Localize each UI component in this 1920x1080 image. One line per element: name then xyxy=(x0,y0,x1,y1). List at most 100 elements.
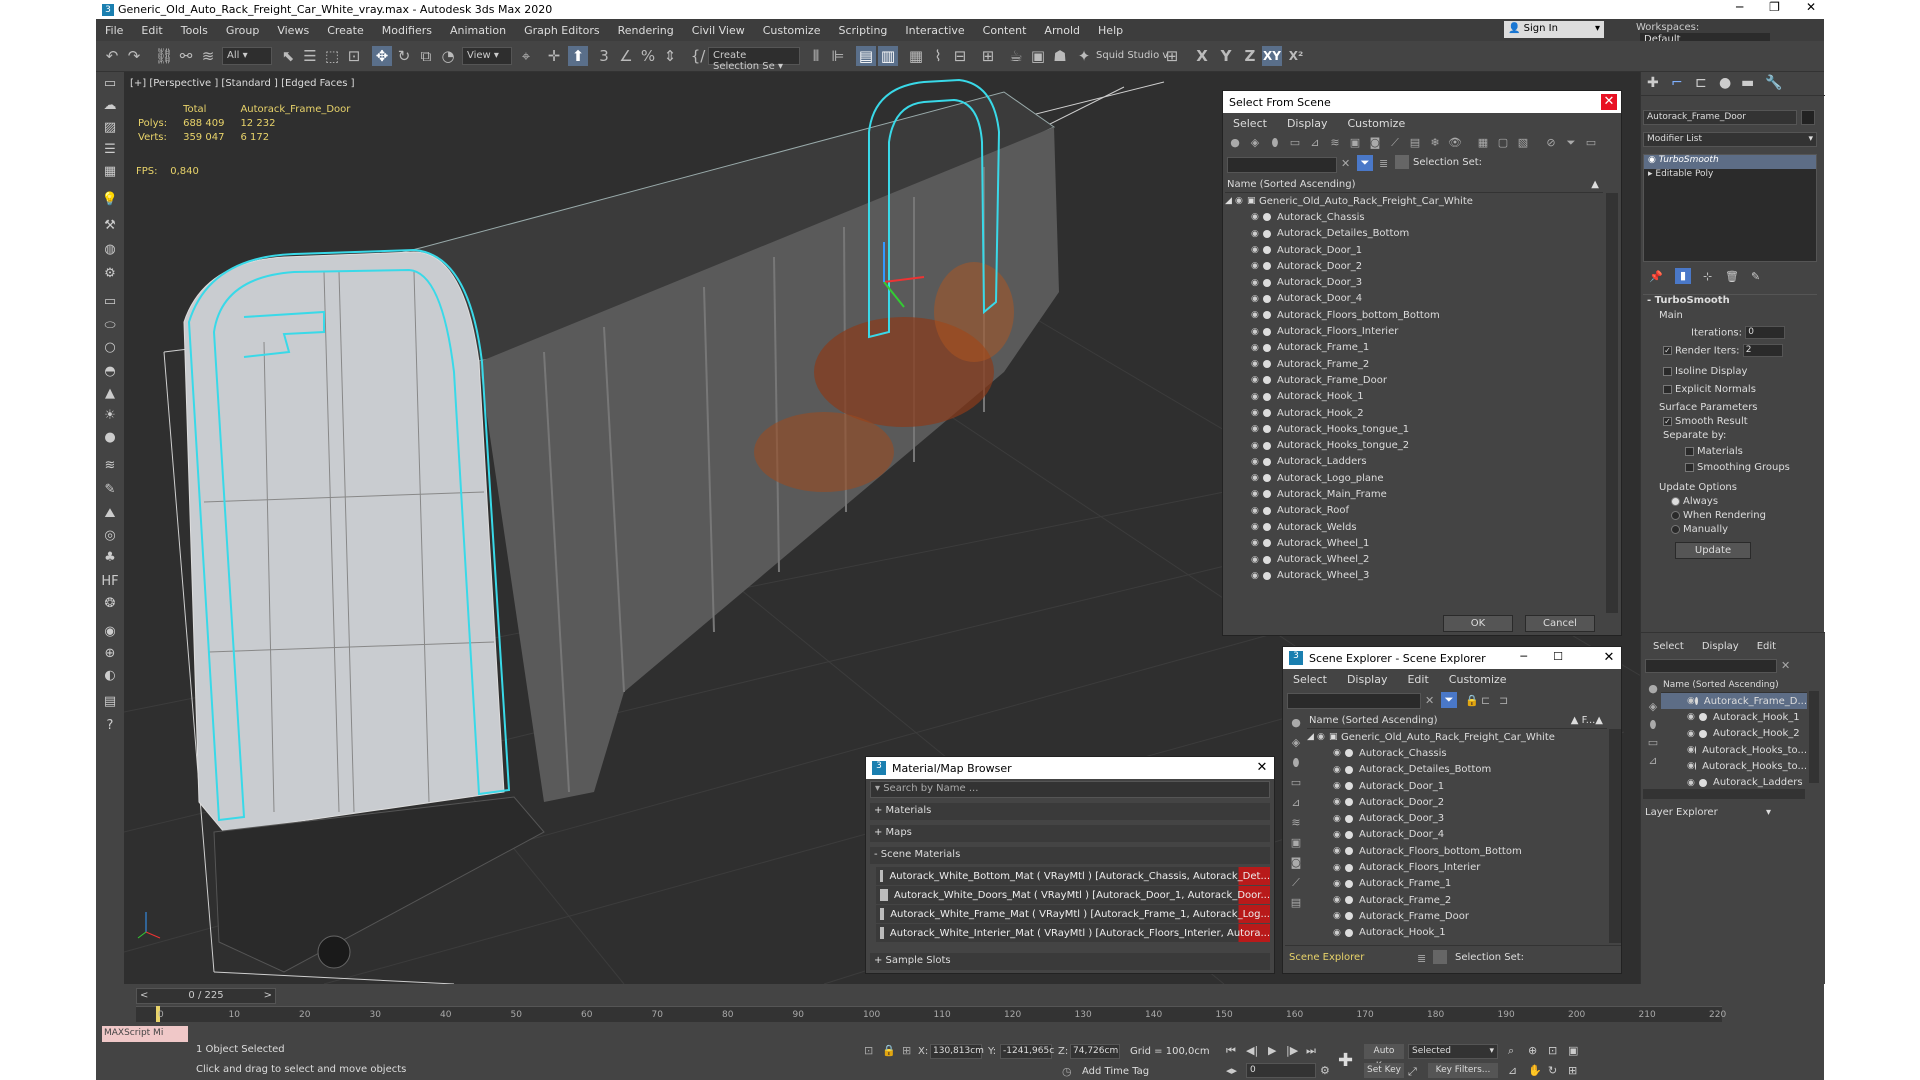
always-radio[interactable] xyxy=(1671,496,1680,506)
selection-set-icon[interactable] xyxy=(1395,155,1409,169)
se-menu-select[interactable]: Select xyxy=(1293,673,1327,686)
visibility-icon[interactable]: ◉ xyxy=(1251,245,1263,255)
expand-icon[interactable]: ◢ xyxy=(1307,732,1317,742)
group-filter-icon[interactable]: ▣ xyxy=(1288,835,1304,851)
layer-object-row[interactable]: ◉ Autorack_Hooks_to... xyxy=(1661,758,1807,774)
visibility-icon[interactable]: ◉ xyxy=(1687,712,1699,722)
tree-root[interactable]: ◢ ◉ ▣ Generic_Old_Auto_Rack_Freight_Car_Whi… xyxy=(1307,729,1607,745)
selection-filter-dropdown[interactable]: All ▾ xyxy=(222,47,272,65)
scene-object-row[interactable]: ◉ Autorack_Chassis xyxy=(1307,745,1607,761)
maximize-icon[interactable]: ☐ xyxy=(1553,650,1563,663)
clear-search-icon[interactable]: ✕ xyxy=(1341,157,1350,170)
visibility-icon[interactable]: ◉ xyxy=(1333,765,1345,775)
absolute-mode-icon[interactable]: ⊞ xyxy=(902,1044,911,1057)
visibility-icon[interactable]: ◉ xyxy=(1251,506,1263,516)
manually-radio[interactable] xyxy=(1671,524,1680,534)
se-search-field[interactable] xyxy=(1287,693,1421,709)
modifier-list-dropdown[interactable]: Modifier List ▾ xyxy=(1643,132,1817,147)
sample-slots-section[interactable]: + Sample Slots xyxy=(870,953,1270,970)
next-frame-icon[interactable]: |▶ xyxy=(1286,1044,1298,1057)
visibility-icon[interactable]: ◉ xyxy=(1251,555,1263,565)
reference-coord-dropdown[interactable]: View ▾ xyxy=(462,47,512,65)
visibility-icon[interactable]: ◉ xyxy=(1687,745,1695,755)
isolate-selection-icon[interactable]: ⊡ xyxy=(864,1044,873,1057)
key-mode-icon[interactable]: ◂▸ xyxy=(1226,1064,1237,1077)
rect-selection-icon[interactable]: ⬚ xyxy=(322,46,342,66)
scene-object-row[interactable]: ◉ Autorack_Wheel_1 xyxy=(1225,535,1603,551)
add-time-tag[interactable]: Add Time Tag xyxy=(1082,1066,1149,1077)
bone-filter-icon[interactable]: ⟋ xyxy=(1387,135,1403,151)
scene-object-row[interactable]: ◉ Autorack_Door_4 xyxy=(1225,291,1603,307)
menu-civil-view[interactable]: Civil View xyxy=(683,24,754,37)
squid-studio-label[interactable]: Squid Studio v xyxy=(1096,50,1168,61)
menu-tools[interactable]: Tools xyxy=(172,24,217,37)
visibility-icon[interactable]: ◉ xyxy=(1333,830,1345,840)
z-coordinate-field[interactable]: 74,726cm xyxy=(1070,1044,1120,1059)
layers-icon[interactable]: ≣ xyxy=(1379,157,1388,170)
x-coordinate-field[interactable]: 130,813cm xyxy=(930,1044,984,1059)
curve-editor-icon[interactable]: ⌇ xyxy=(928,46,948,66)
scene-object-row[interactable]: ◉ Autorack_Door_2 xyxy=(1307,794,1607,810)
menu-file[interactable]: File xyxy=(96,24,132,37)
manipulate-icon[interactable]: ✛ xyxy=(544,46,564,66)
visibility-icon[interactable]: ◉ xyxy=(1235,196,1247,206)
time-tag-icon[interactable]: ◷ xyxy=(1062,1065,1072,1078)
create-tab-icon[interactable]: ✚ xyxy=(1647,75,1659,91)
axis-z-icon[interactable]: Z xyxy=(1240,46,1260,66)
play-icon[interactable]: ▶ xyxy=(1268,1044,1276,1057)
le-horizontal-scrollbar[interactable] xyxy=(1643,789,1805,799)
pan-icon[interactable]: ✋ xyxy=(1528,1064,1542,1077)
sign-in-dropdown[interactable]: 👤 Sign In ▾ xyxy=(1504,21,1604,38)
visibility-icon[interactable]: ◉ xyxy=(1317,732,1329,742)
scene-object-row[interactable]: ◉ Autorack_Door_2 xyxy=(1225,258,1603,274)
list-icon[interactable]: ☰ xyxy=(100,140,120,160)
filter-clear-icon[interactable]: ⊘ xyxy=(1543,135,1559,151)
scene-object-row[interactable]: ◉ Autorack_Chassis xyxy=(1225,209,1603,225)
le-menu-display[interactable]: Display xyxy=(1702,641,1739,652)
configure-sets-icon[interactable]: ✎ xyxy=(1751,270,1760,283)
orb-icon[interactable]: ◉ xyxy=(100,622,120,642)
viewport-layout-icon[interactable]: ▭ xyxy=(100,74,120,94)
auto-key-button[interactable]: Auto Key xyxy=(1364,1044,1404,1071)
container-filter-icon[interactable]: ▤ xyxy=(1407,135,1423,151)
visibility-icon[interactable]: ◉ xyxy=(1251,327,1263,337)
select-scale-icon[interactable]: ⧉ xyxy=(416,46,436,66)
keyboard-shortcut-icon[interactable]: ⬆ xyxy=(568,46,588,66)
maximize-icon[interactable]: ❐ xyxy=(1769,0,1780,14)
visibility-icon[interactable]: ◉ xyxy=(1251,310,1263,320)
sep-smoothing-checkbox[interactable] xyxy=(1685,462,1694,472)
scene-object-row[interactable]: ◉ Autorack_Detailes_Bottom xyxy=(1307,762,1607,778)
doc-icon[interactable]: ▤ xyxy=(100,692,120,712)
clear-search-icon[interactable]: ✕ xyxy=(1425,694,1434,707)
visibility-icon[interactable]: ◉ xyxy=(1251,278,1263,288)
visibility-icon[interactable]: ◉ xyxy=(1333,863,1345,873)
light-filter-icon[interactable]: ⬮ xyxy=(1645,717,1661,733)
stack-item-turbosmooth[interactable]: ◉ TurboSmooth xyxy=(1644,155,1816,169)
visibility-icon[interactable]: ◉ xyxy=(1251,261,1263,271)
group-filter-icon[interactable]: ▣ xyxy=(1347,135,1363,151)
plane-icon[interactable]: ▭ xyxy=(100,292,120,312)
hf-icon[interactable]: HF xyxy=(100,572,120,592)
minimize-icon[interactable]: ─ xyxy=(1736,0,1743,14)
camera-filter-icon[interactable]: ▭ xyxy=(1645,735,1661,751)
menu-scripting[interactable]: Scripting xyxy=(829,24,896,37)
align-icon[interactable]: ⊫ xyxy=(828,46,848,66)
geometry-filter-icon[interactable]: ● xyxy=(1288,715,1304,731)
layer-sort-icon[interactable]: ⊐ xyxy=(1499,694,1508,707)
display-tab-icon[interactable]: ▬ xyxy=(1741,75,1754,91)
percent-snap-icon[interactable]: % xyxy=(638,46,658,66)
scene-object-row[interactable]: ◉ Autorack_Roof xyxy=(1225,503,1603,519)
xref-filter-icon[interactable]: ◙ xyxy=(1288,855,1304,871)
pin-stack-icon[interactable]: 📌 xyxy=(1649,270,1663,283)
scene-object-row[interactable]: ◉ Autorack_Hook_1 xyxy=(1307,925,1607,941)
scene-object-row[interactable]: ◉ Autorack_Detailes_Bottom xyxy=(1225,226,1603,242)
visibility-icon[interactable]: ◉ xyxy=(1333,928,1345,938)
show-end-result-icon[interactable]: ▮ xyxy=(1675,268,1691,284)
set-key-button[interactable]: Set Key xyxy=(1364,1063,1404,1078)
visibility-icon[interactable]: ◉ xyxy=(1333,797,1345,807)
utilities-tab-icon[interactable]: 🔧 xyxy=(1765,75,1782,91)
visibility-icon[interactable]: ◉ xyxy=(1251,489,1263,499)
se-menu-edit[interactable]: Edit xyxy=(1407,673,1428,686)
helper-filter-icon[interactable]: ⊿ xyxy=(1288,795,1304,811)
scene-object-row[interactable]: ◉ Autorack_Wheel_2 xyxy=(1225,552,1603,568)
